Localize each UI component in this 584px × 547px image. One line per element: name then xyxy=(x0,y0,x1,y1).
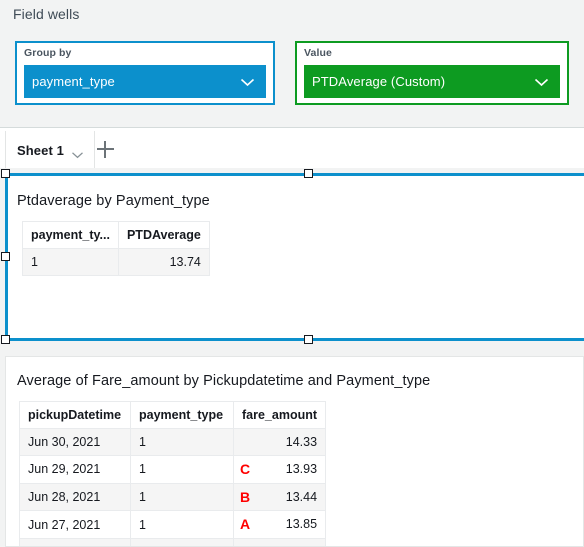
cell-payment-type: 1 xyxy=(130,428,234,456)
cell-fare-amount: 14.81 xyxy=(232,538,327,546)
field-well-group-by[interactable]: Group by payment_type xyxy=(15,41,275,105)
cell-payment-type: 1 xyxy=(22,248,119,276)
field-well-group-by-label: Group by xyxy=(24,47,72,59)
field-pill-payment-type-label: payment_type xyxy=(32,74,115,89)
table-row[interactable]: Jun 28, 2021 1 B 13.44 xyxy=(19,482,327,512)
column-header-pickup-datetime[interactable]: pickupDatetime xyxy=(19,401,131,429)
sheet-tab-label: Sheet 1 xyxy=(17,142,64,158)
dashboard-canvas: Ptdaverage by Payment_type payment_ty...… xyxy=(0,168,584,547)
chevron-down-icon[interactable] xyxy=(71,146,84,159)
visual-title: Average of Fare_amount by Pickupdatetime… xyxy=(17,373,431,389)
field-well-value[interactable]: Value PTDAverage (Custom) xyxy=(295,41,569,105)
resize-handle-top-left[interactable] xyxy=(1,169,10,178)
table-row[interactable]: 1 13.74 xyxy=(22,248,210,276)
plus-icon-vertical xyxy=(104,140,106,158)
resize-handle-top-middle[interactable] xyxy=(304,169,313,178)
add-sheet-button[interactable] xyxy=(90,134,120,164)
cell-pickup-datetime: Jun 28, 2021 xyxy=(19,482,131,512)
cell-pickup-datetime: Jun 29, 2021 xyxy=(19,455,131,484)
annotation-marker-a: A xyxy=(240,516,251,533)
detail-table-body: Jun 30, 2021 1 14.33 Jun 29, 2021 1 C 13.93 Jun… xyxy=(19,428,327,546)
resize-handle-bottom-middle[interactable] xyxy=(304,335,313,344)
table-row[interactable]: Jun 27, 2021 1 A 13.85 xyxy=(19,510,327,540)
sheet-tab-bar: Sheet 1 xyxy=(0,127,584,169)
cell-fare-amount: 14.33 xyxy=(232,428,327,456)
table-row[interactable]: Jun 30, 2021 1 14.33 xyxy=(19,428,327,456)
cell-payment-type: 1 xyxy=(130,538,234,546)
visual-ptdaverage-by-payment-type[interactable]: Ptdaverage by Payment_type payment_ty...… xyxy=(5,173,584,341)
annotation-marker-b: B xyxy=(240,488,251,505)
column-header-fare-amount[interactable]: fare_amount xyxy=(232,401,327,429)
field-wells-title: Field wells xyxy=(13,6,80,22)
annotation-marker-c: C xyxy=(240,461,251,477)
cell-pickup-datetime: Jun 26, 2021 xyxy=(19,538,131,546)
column-header-payment-type[interactable]: payment_ty... xyxy=(22,221,119,249)
chevron-down-icon[interactable] xyxy=(239,77,256,87)
field-wells-section: Field wells Group by payment_type Value … xyxy=(0,0,584,127)
cell-payment-type: 1 xyxy=(130,510,234,540)
field-well-value-label: Value xyxy=(304,47,332,59)
table-header-row: pickupDatetime payment_type fare_amount xyxy=(19,401,327,429)
cell-pickup-datetime: Jun 30, 2021 xyxy=(19,428,131,456)
column-header-ptdaverage[interactable]: PTDAverage xyxy=(117,221,210,249)
kpi-table: payment_ty... PTDAverage 1 13.74 xyxy=(22,221,210,276)
field-pill-ptdaverage[interactable]: PTDAverage (Custom) xyxy=(304,65,560,98)
visual-average-fare-amount[interactable]: Average of Fare_amount by Pickupdatetime… xyxy=(5,356,584,547)
cell-payment-type: 1 xyxy=(130,482,234,512)
cell-payment-type: 1 xyxy=(130,455,234,484)
cell-fare-amount: B 13.44 xyxy=(232,482,327,512)
visual-title: Ptdaverage by Payment_type xyxy=(17,193,210,209)
cell-ptdaverage: 13.74 xyxy=(117,248,210,276)
chevron-down-icon[interactable] xyxy=(533,77,550,87)
table-row[interactable]: Jun 26, 2021114.81 xyxy=(19,538,327,546)
sheet-tab-sheet-1[interactable]: Sheet 1 xyxy=(5,131,95,169)
detail-table: pickupDatetime payment_type fare_amount … xyxy=(19,401,327,546)
table-row[interactable]: Jun 29, 2021 1 C 13.93 xyxy=(19,455,327,484)
field-pill-payment-type[interactable]: payment_type xyxy=(24,65,266,98)
table-header-row: payment_ty... PTDAverage xyxy=(22,221,210,249)
cell-pickup-datetime: Jun 27, 2021 xyxy=(19,510,131,540)
column-header-payment-type[interactable]: payment_type xyxy=(130,401,234,429)
resize-handle-middle-left[interactable] xyxy=(1,252,10,261)
cell-fare-amount: C 13.93 xyxy=(232,455,327,484)
cell-fare-amount: A 13.85 xyxy=(232,510,327,540)
field-pill-ptdaverage-label: PTDAverage (Custom) xyxy=(312,74,446,89)
resize-handle-bottom-left[interactable] xyxy=(1,335,10,344)
